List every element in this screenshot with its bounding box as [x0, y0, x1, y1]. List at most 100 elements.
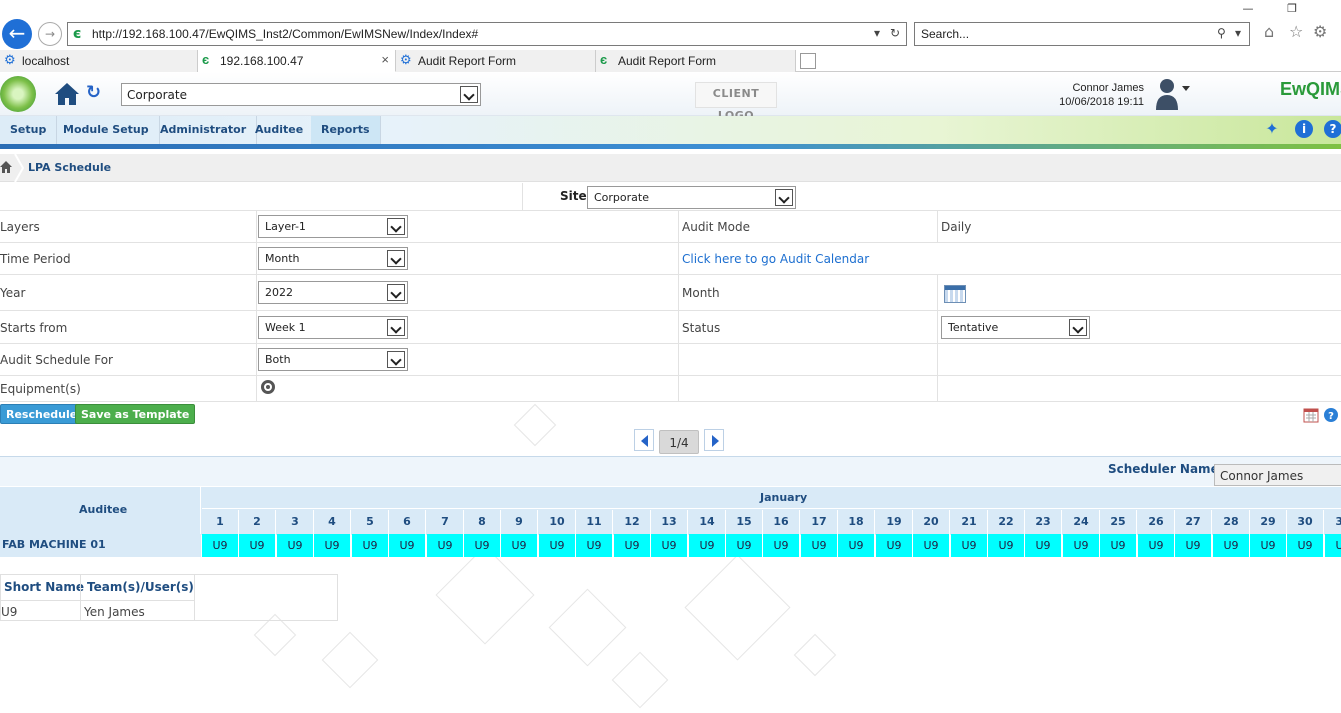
scheduler-name-field[interactable]: Connor James [1214, 464, 1341, 486]
minimize-icon[interactable]: — [1236, 0, 1260, 18]
schedule-cell[interactable]: U9 [988, 534, 1025, 557]
divider [256, 243, 257, 275]
schedule-cell[interactable]: U9 [763, 534, 800, 557]
site-select[interactable]: Corporate [587, 186, 796, 209]
divider [80, 575, 81, 621]
schedule-cell[interactable]: U9 [651, 534, 688, 557]
search-dropdown-icon[interactable]: ▾ [1235, 26, 1241, 40]
schedule-cell[interactable]: U9 [239, 534, 276, 557]
schedule-cell[interactable]: U9 [689, 534, 726, 557]
info-icon[interactable]: i [1295, 120, 1313, 138]
forward-arrow-icon[interactable]: → [38, 22, 62, 46]
help-icon[interactable]: ? [1324, 120, 1341, 138]
ie-icon: ⚙ [4, 52, 16, 67]
schedule-cell[interactable]: U9 [1025, 534, 1062, 557]
favorites-star-icon[interactable]: ☆ [1289, 22, 1303, 41]
schedule-cell[interactable]: U9 [951, 534, 988, 557]
audit-calendar-link[interactable]: Click here to go Audit Calendar [682, 252, 869, 266]
schedule-cell[interactable]: U9 [801, 534, 838, 557]
legend-team: Yen James [84, 605, 145, 619]
close-tab-icon[interactable]: × [381, 52, 389, 67]
layers-select[interactable]: Layer-1 [258, 215, 408, 238]
schedule-cell[interactable]: U9 [427, 534, 464, 557]
brand-logo: EwQIMS [1280, 79, 1341, 99]
schedule-cell[interactable]: U9 [389, 534, 426, 557]
home-browser-icon[interactable]: ⌂ [1264, 22, 1274, 41]
equipment-settings-icon[interactable] [261, 380, 275, 394]
pager-next-button[interactable] [704, 429, 724, 451]
menu-reports[interactable]: Reports [311, 116, 381, 144]
menu-administrator[interactable]: Administrator [150, 116, 258, 144]
user-menu-chevron-icon[interactable] [1182, 86, 1190, 91]
reschedule-button[interactable]: Reschedule [0, 404, 84, 424]
search-field[interactable]: Search... ⚲ ▾ [914, 22, 1250, 46]
tab-localhost[interactable]: ⚙ localhost [0, 50, 198, 72]
avatar[interactable] [1155, 77, 1179, 111]
schedule-cell[interactable]: U9 [838, 534, 875, 557]
calendar-view-icon[interactable] [1303, 407, 1319, 423]
schedule-cell[interactable]: U9 [1250, 534, 1287, 557]
home-icon[interactable] [54, 82, 80, 106]
menu-auditee[interactable]: Auditee [245, 116, 315, 144]
menu-setup[interactable]: Setup [0, 116, 58, 144]
user-datetime: 10/06/2018 19:11 [1059, 96, 1144, 108]
schedule-cell[interactable]: U9 [1138, 534, 1175, 557]
chevron-down-icon [387, 284, 405, 301]
url-dropdown-icon[interactable]: ▾ [874, 26, 880, 40]
url-field[interactable]: є http://192.168.100.47/EwQIMS_Inst2/Com… [67, 22, 907, 46]
schedule-cell[interactable]: U9 [1213, 534, 1250, 557]
refresh-icon[interactable]: ↻ [86, 82, 106, 104]
chevron-left-icon [641, 435, 648, 447]
address-bar-row: ← → є http://192.168.100.47/EwQIMS_Inst2… [0, 18, 1341, 50]
auditee-name: FAB MACHINE 01 [2, 538, 106, 551]
status-select-value: Tentative [948, 321, 999, 334]
starts-from-select[interactable]: Week 1 [258, 316, 408, 339]
pager-prev-button[interactable] [634, 429, 654, 451]
schedule-cell[interactable]: U9 [1063, 534, 1100, 557]
new-tab-icon[interactable] [800, 53, 816, 69]
status-select[interactable]: Tentative [941, 316, 1090, 339]
browser-tab-row: ⚙ localhost є 192.168.100.47 × ⚙ Audit R… [0, 50, 1341, 72]
search-icon[interactable]: ⚲ [1217, 26, 1226, 40]
settings-gear-icon[interactable]: ⚙ [1313, 22, 1327, 41]
restore-icon[interactable]: ❐ [1280, 0, 1304, 18]
schedule-cell[interactable]: U9 [539, 534, 576, 557]
time-period-select[interactable]: Month [258, 247, 408, 270]
save-as-template-button[interactable]: Save as Template [75, 404, 196, 424]
day-header: 4 [314, 510, 351, 534]
schedule-cell[interactable]: U9 [1325, 534, 1341, 557]
calendar-icon[interactable] [944, 285, 966, 303]
schedule-cell[interactable]: U9 [314, 534, 351, 557]
schedule-cell[interactable]: U9 [614, 534, 651, 557]
pin-icon[interactable]: ✦ [1263, 120, 1281, 138]
menu-module-setup[interactable]: Module Setup [53, 116, 160, 144]
help-icon[interactable]: ? [1323, 407, 1339, 423]
schedule-cell[interactable]: U9 [1175, 534, 1212, 557]
tab-active[interactable]: є 192.168.100.47 × [198, 50, 396, 72]
year-select[interactable]: 2022 [258, 281, 408, 304]
audit-schedule-for-select[interactable]: Both [258, 348, 408, 371]
tab-audit-report-1[interactable]: ⚙ Audit Report Form [396, 50, 596, 72]
schedule-cell[interactable]: U9 [1100, 534, 1137, 557]
breadcrumb-home-icon[interactable] [0, 161, 12, 173]
divider [678, 376, 679, 402]
day-header: 18 [838, 510, 875, 534]
auditee-row-label[interactable]: FAB MACHINE 01 [0, 534, 201, 557]
schedule-cell[interactable]: U9 [202, 534, 239, 557]
day-header: 25 [1100, 510, 1137, 534]
schedule-cell[interactable]: U9 [1287, 534, 1324, 557]
schedule-cell[interactable]: U9 [277, 534, 314, 557]
schedule-cell[interactable]: U9 [913, 534, 950, 557]
schedule-cell[interactable]: U9 [464, 534, 501, 557]
back-arrow-icon[interactable]: ← [2, 19, 32, 49]
schedule-cell[interactable]: U9 [726, 534, 763, 557]
refresh-page-icon[interactable]: ↻ [890, 26, 900, 40]
schedule-cell[interactable]: U9 [501, 534, 538, 557]
tab-audit-report-2[interactable]: є Audit Report Form [596, 50, 796, 72]
divider [678, 311, 679, 344]
schedule-cell[interactable]: U9 [876, 534, 913, 557]
site-select-header[interactable]: Corporate [121, 83, 481, 106]
schedule-cell[interactable]: U9 [352, 534, 389, 557]
schedule-cell[interactable]: U9 [576, 534, 613, 557]
divider [256, 275, 257, 311]
